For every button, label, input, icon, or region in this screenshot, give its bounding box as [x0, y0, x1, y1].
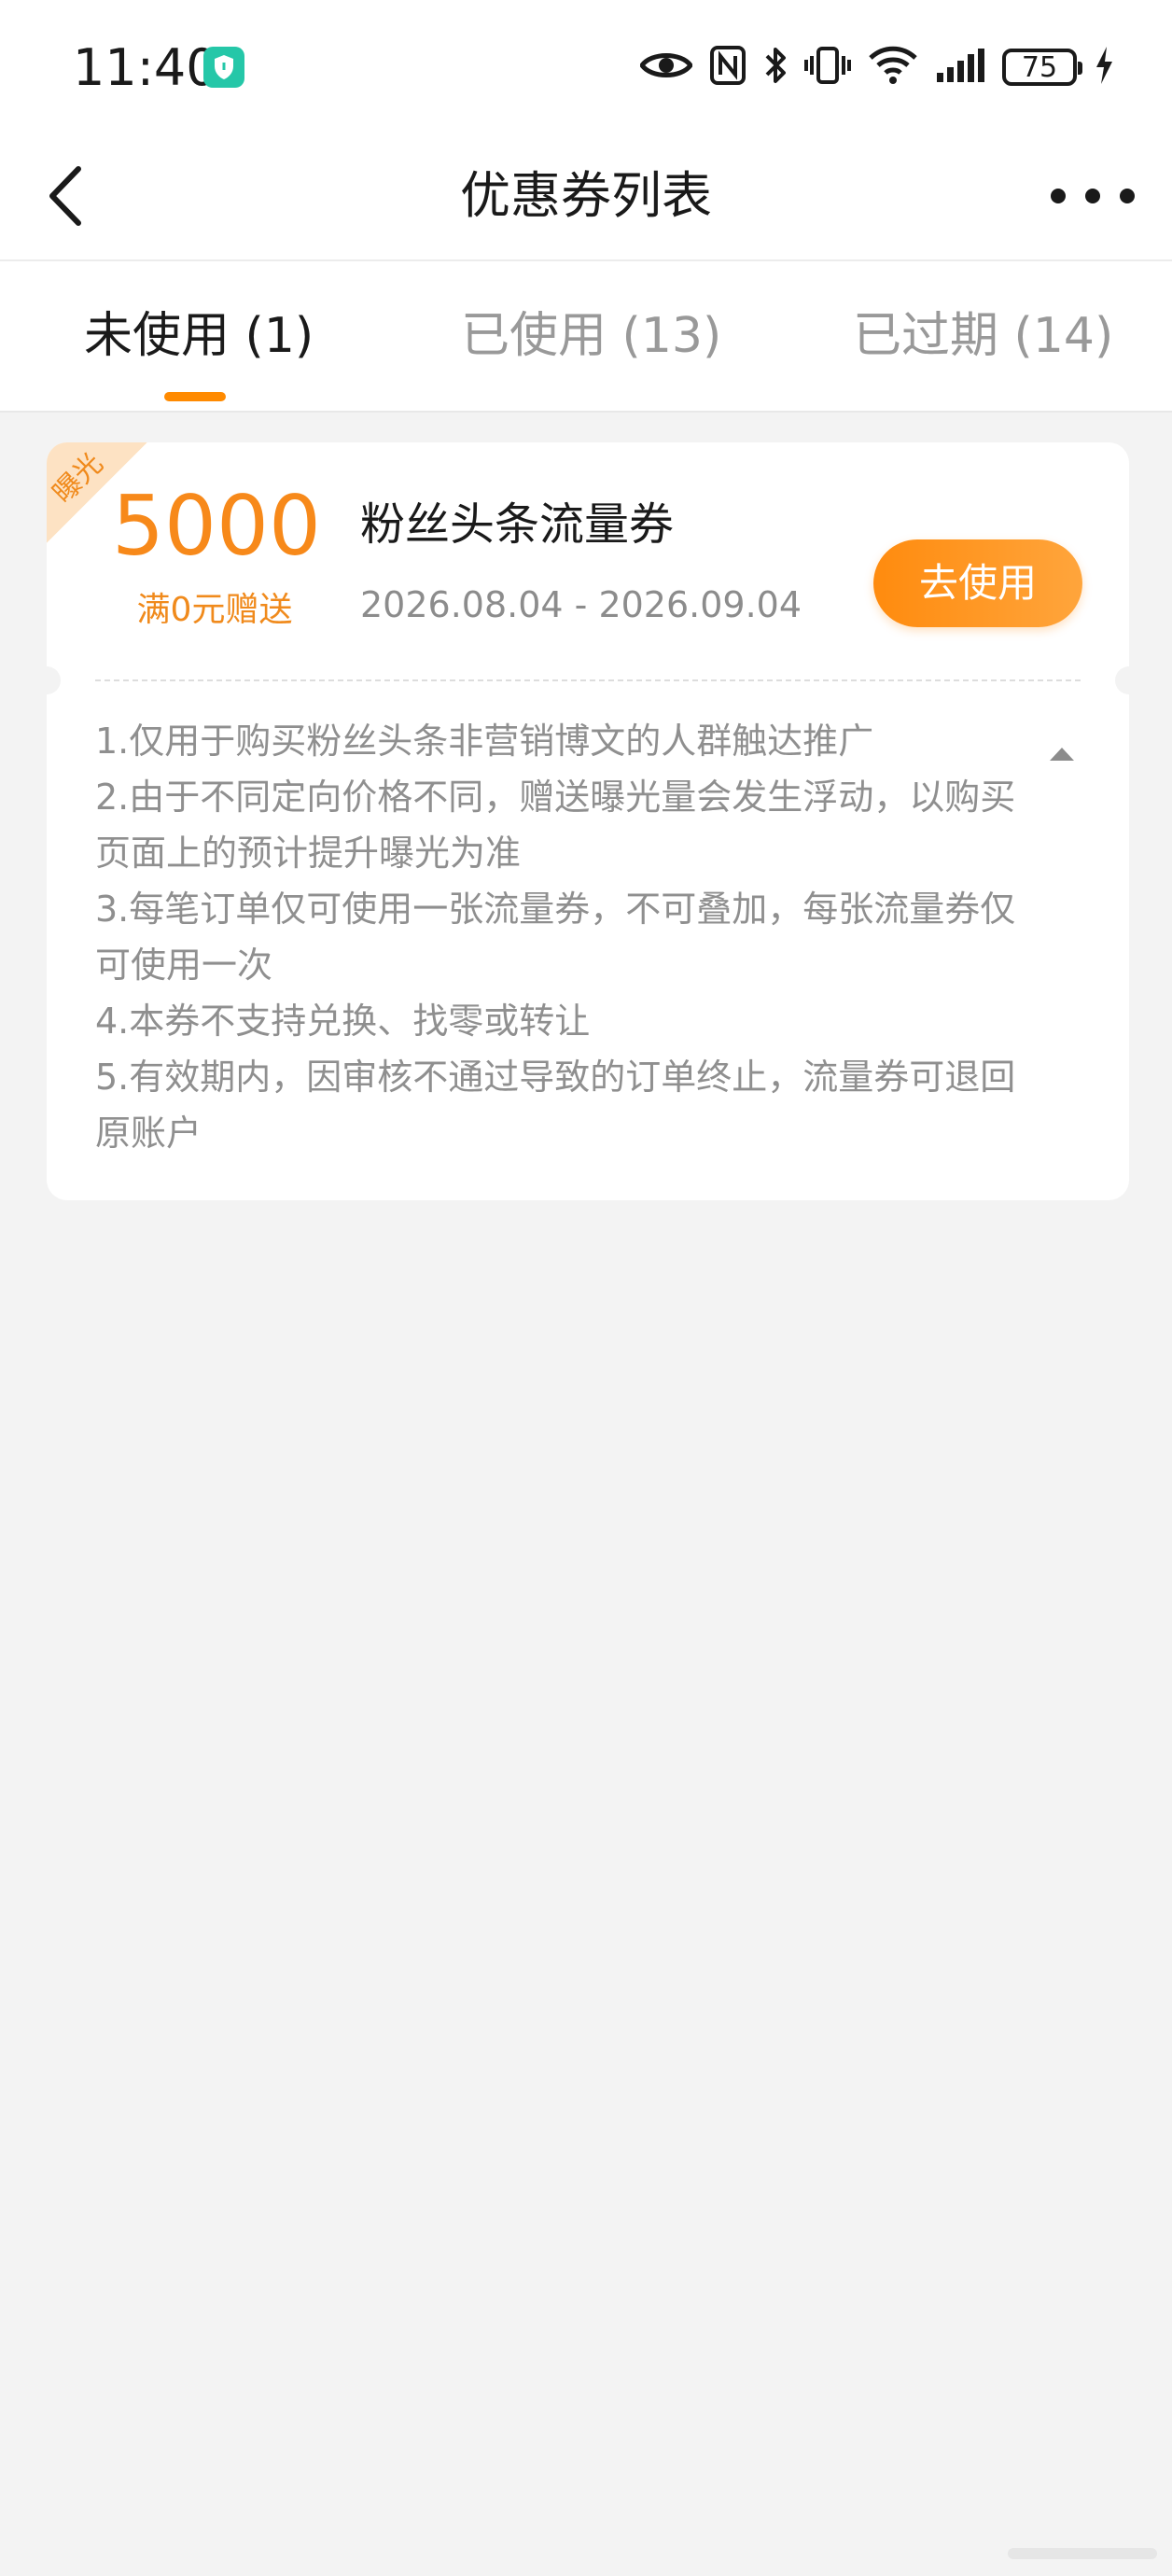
coupon-validity: 2026.08.04 - 2026.09.04 — [360, 584, 802, 625]
use-coupon-button[interactable]: 去使用 — [873, 539, 1082, 627]
rule-item: 5.有效期内，因审核不通过导致的订单终止，流量券可退回原账户 — [95, 1057, 1016, 1154]
rule-item: 3.每笔订单仅可使用一张流量券，不可叠加，每张流量券仅可使用一次 — [95, 889, 1016, 986]
wifi-icon — [868, 45, 918, 90]
rule-item: 4.本券不支持兑换、找零或转让 — [95, 1001, 591, 1042]
triangle-up-icon — [1050, 748, 1074, 761]
coupon-condition: 满0元赠送 — [136, 591, 293, 629]
battery-level: 75 — [1021, 50, 1058, 84]
nav-bar: 优惠券列表 — [0, 131, 1172, 261]
more-button[interactable] — [1051, 168, 1135, 224]
more-dot-icon — [1120, 189, 1135, 203]
coupon-amount: 5000 — [112, 478, 321, 574]
battery-icon: 75 — [1002, 49, 1082, 86]
tab-unused[interactable]: 未使用 (1) — [84, 299, 314, 373]
rule-item: 2.由于不同定向价格不同，赠送曝光量会发生浮动，以购买页面上的预计提升曝光为准 — [95, 777, 1016, 874]
coupon-tabs: 未使用 (1) 已使用 (13) 已过期 (14) — [0, 261, 1172, 413]
more-dot-icon — [1051, 189, 1066, 203]
shield-icon — [203, 47, 244, 88]
status-time: 11:40 — [73, 38, 218, 97]
bluetooth-icon — [763, 45, 788, 90]
coupon-card: 曝光 5000 满0元赠送 粉丝头条流量券 2026.08.04 - 2026.… — [47, 442, 1129, 1200]
rule-item: 1.仅用于购买粉丝头条非营销博文的人群触达推广 — [95, 721, 874, 762]
status-icons: 75 — [638, 39, 1114, 95]
collapse-toggle[interactable] — [1043, 735, 1081, 773]
status-bar: 11:40 75 — [0, 0, 1172, 131]
card-notch-left — [47, 666, 61, 694]
coupon-name: 粉丝头条流量券 — [360, 498, 675, 551]
more-dot-icon — [1085, 189, 1100, 203]
signal-icon — [935, 47, 985, 88]
card-notch-right — [1115, 666, 1129, 694]
eye-icon — [638, 49, 694, 86]
active-tab-indicator — [164, 392, 226, 401]
tab-used[interactable]: 已使用 (13) — [461, 299, 721, 373]
card-divider — [95, 679, 1081, 681]
nfc-icon — [709, 45, 746, 90]
charging-icon — [1094, 45, 1114, 90]
corner-tag-label: 曝光 — [47, 447, 110, 511]
coupon-rules: 1.仅用于购买粉丝头条非营销博文的人群触达推广 2.由于不同定向价格不同，赠送曝… — [95, 713, 1038, 1161]
tab-expired[interactable]: 已过期 (14) — [853, 299, 1113, 373]
gesture-bar — [1008, 2548, 1157, 2559]
page-title: 优惠券列表 — [460, 166, 712, 225]
vibrate-icon — [804, 45, 851, 90]
